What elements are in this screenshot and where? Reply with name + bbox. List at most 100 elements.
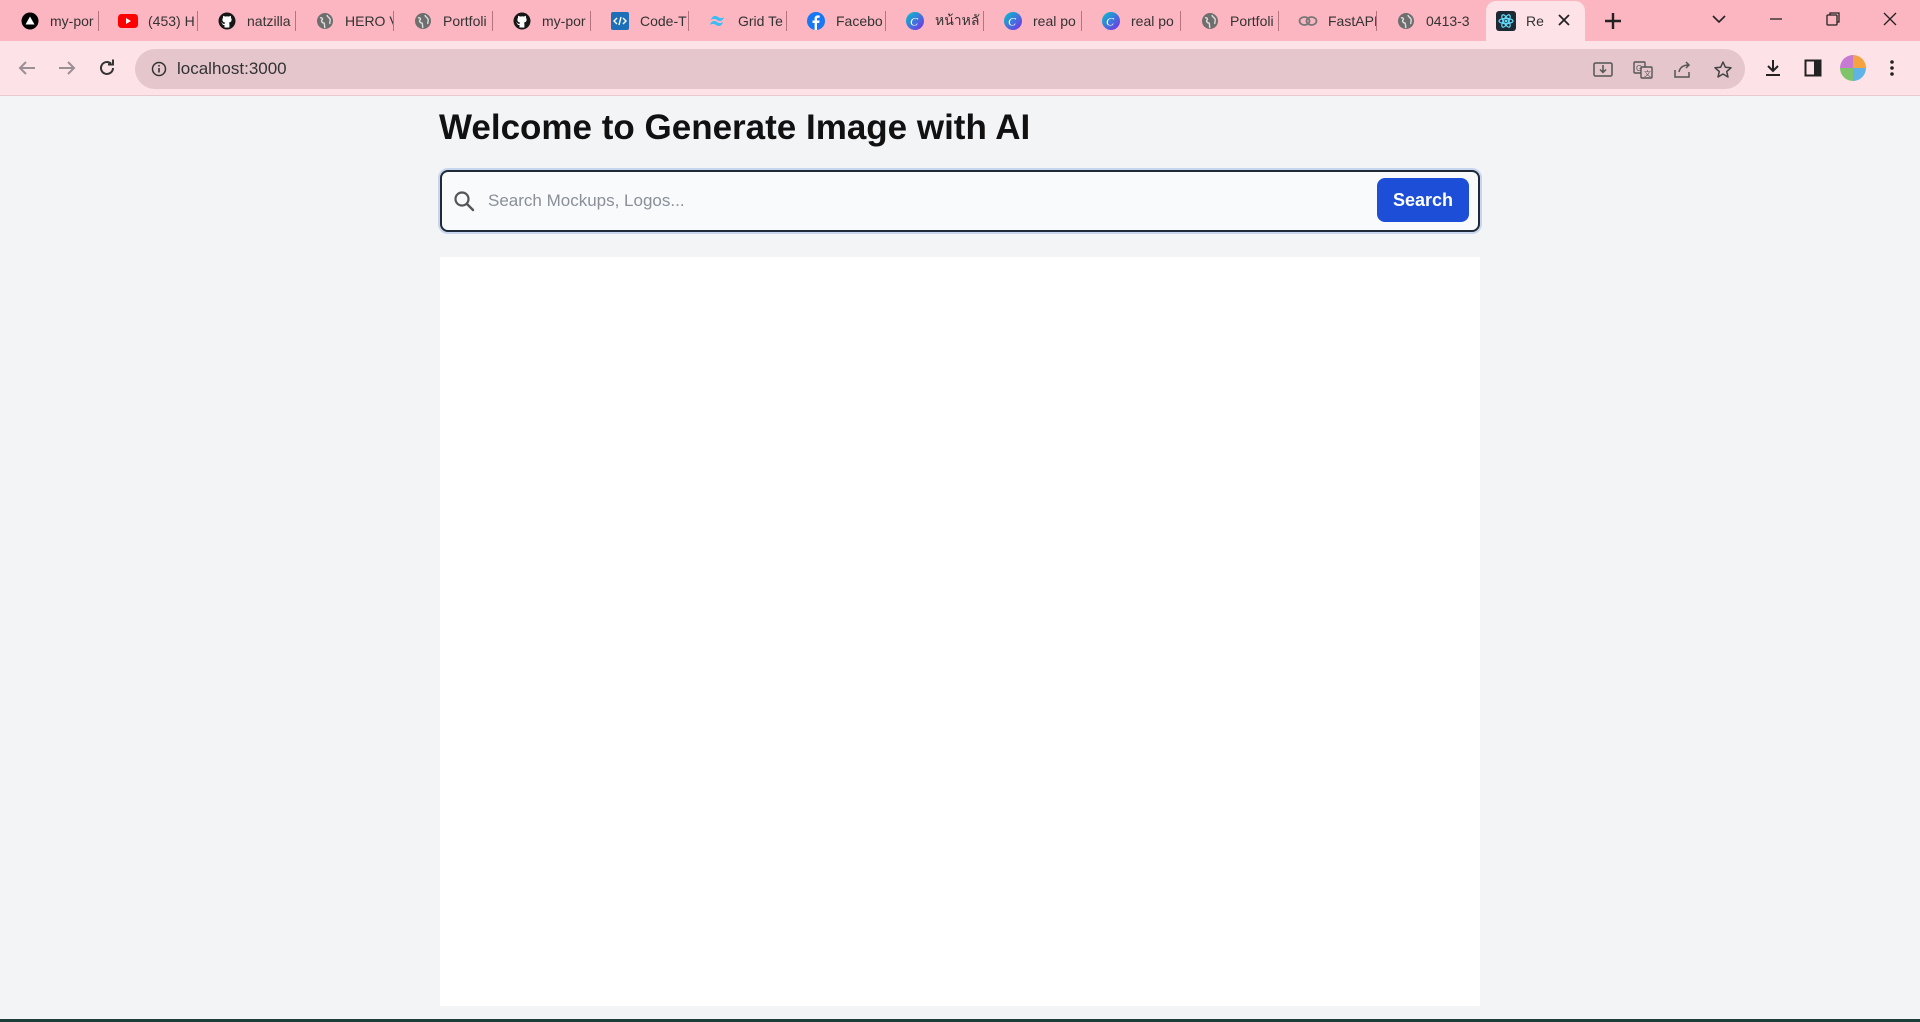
tab-separator: [1081, 11, 1082, 31]
globe-icon: [413, 11, 433, 31]
tab-title: HERO V: [345, 12, 393, 29]
close-tab-icon[interactable]: [1555, 11, 1573, 29]
tab-active[interactable]: Re: [1486, 1, 1585, 41]
browser-tab[interactable]: Portfoli: [1180, 0, 1278, 41]
close-icon: [1883, 12, 1897, 26]
browser-tab[interactable]: Facebo: [786, 0, 884, 41]
canva-icon: C: [905, 11, 925, 31]
page-content: Welcome to Generate Image with AI Search: [0, 96, 1920, 1019]
browser-tab[interactable]: Grid Te: [688, 0, 786, 41]
minimize-button[interactable]: [1749, 0, 1803, 38]
tab-title: Portfoli: [1230, 12, 1274, 29]
github-icon: [217, 11, 237, 31]
side-panel-button[interactable]: [1797, 52, 1829, 84]
browser-tab[interactable]: Code-T: [590, 0, 688, 41]
browser-tab[interactable]: C หน้าหลั: [885, 0, 983, 41]
url-text: localhost:3000: [177, 59, 287, 78]
browser-tab[interactable]: Portfoli: [393, 0, 491, 41]
tab-title: Code-T: [640, 12, 687, 29]
youtube-icon: [118, 11, 138, 31]
tab-title: my-por: [50, 12, 94, 29]
react-icon: [1496, 11, 1516, 31]
browser-tab[interactable]: my-por: [492, 0, 590, 41]
address-bar[interactable]: localhost:3000 G文: [135, 49, 1745, 89]
chevron-down-icon: [1712, 15, 1726, 24]
browser-menu-button[interactable]: [1876, 52, 1908, 84]
restore-icon: [1826, 12, 1840, 26]
arrow-right-icon: [59, 61, 76, 75]
tab-separator: [590, 11, 591, 31]
browser-tab[interactable]: Creal po: [1081, 0, 1179, 41]
svg-text:C: C: [910, 14, 919, 28]
tab-title: (453) H: [148, 12, 195, 29]
close-window-button[interactable]: [1863, 0, 1917, 38]
browser-tab[interactable]: natzilla: [197, 0, 295, 41]
bookmark-star-icon[interactable]: [1710, 57, 1736, 83]
browser-tab[interactable]: FastAPI: [1278, 0, 1376, 41]
browser-tab[interactable]: HERO V: [295, 0, 393, 41]
tab-title: my-por: [542, 12, 586, 29]
facebook-icon: [806, 11, 826, 31]
tab-separator: [983, 11, 984, 31]
tab-search-button[interactable]: [1692, 0, 1746, 38]
tab-separator: [492, 11, 493, 31]
globe-icon: [315, 11, 335, 31]
browser-tab[interactable]: my-por: [0, 0, 98, 41]
tab-separator: [885, 11, 886, 31]
tab-separator: [295, 11, 296, 31]
github-icon: [512, 11, 532, 31]
forward-button[interactable]: [51, 52, 83, 84]
search-bar: Search: [440, 170, 1480, 232]
minimize-icon: [1770, 18, 1782, 20]
new-tab-button[interactable]: [1598, 6, 1628, 36]
tailwind-icon: [708, 11, 728, 31]
tab-title: real po: [1033, 12, 1076, 29]
canva-icon: C: [1101, 11, 1121, 31]
tab-title: Facebo: [836, 12, 883, 29]
tab-title: หน้าหลั: [935, 11, 980, 28]
translate-icon[interactable]: G文: [1630, 57, 1656, 83]
browser-tab-strip: my-por (453) H natzilla HERO V Portfoli my-po…: [0, 0, 1920, 41]
search-input[interactable]: [488, 186, 1348, 216]
tab-title: FastAPI: [1328, 12, 1376, 29]
browser-tab[interactable]: (453) H: [98, 0, 196, 41]
tab-title: Re: [1526, 13, 1544, 29]
reload-icon: [100, 59, 114, 75]
svg-text:C: C: [1008, 14, 1017, 28]
canva-icon: C: [1003, 11, 1023, 31]
globe-icon: [1396, 11, 1416, 31]
search-button[interactable]: Search: [1377, 178, 1469, 222]
arrow-left-icon: [18, 61, 35, 75]
svg-text:G: G: [1636, 64, 1642, 73]
link-icon: [1298, 11, 1318, 31]
tab-separator: [98, 11, 99, 31]
tab-title: Grid Te: [738, 12, 783, 29]
tab-separator: [197, 11, 198, 31]
more-vertical-icon: [1890, 60, 1894, 76]
browser-tab[interactable]: Creal po: [983, 0, 1081, 41]
tab-separator: [1278, 11, 1279, 31]
download-icon: [1766, 60, 1780, 76]
install-app-icon[interactable]: [1590, 57, 1616, 83]
browser-tab[interactable]: 0413-3: [1376, 0, 1474, 41]
svg-text:文: 文: [1644, 69, 1651, 78]
back-button[interactable]: [11, 52, 43, 84]
tab-title: natzilla: [247, 12, 291, 29]
tab-title: real po: [1131, 12, 1174, 29]
tab-separator: [393, 11, 394, 31]
reload-button[interactable]: [91, 52, 123, 84]
downloads-button[interactable]: [1757, 52, 1789, 84]
side-panel-icon: [1804, 59, 1822, 77]
restore-button[interactable]: [1806, 0, 1860, 38]
tab-separator: [1376, 11, 1377, 31]
tab-separator: [688, 11, 689, 31]
site-info-icon[interactable]: [149, 59, 169, 79]
globe-icon: [1200, 11, 1220, 31]
tab-title: Portfoli: [443, 12, 487, 29]
profile-avatar[interactable]: [1840, 55, 1866, 81]
tab-separator: [786, 11, 787, 31]
page-title: Welcome to Generate Image with AI: [439, 108, 1031, 147]
results-panel: [440, 257, 1480, 1006]
share-icon[interactable]: [1670, 57, 1696, 83]
vercel-icon: [20, 11, 40, 31]
